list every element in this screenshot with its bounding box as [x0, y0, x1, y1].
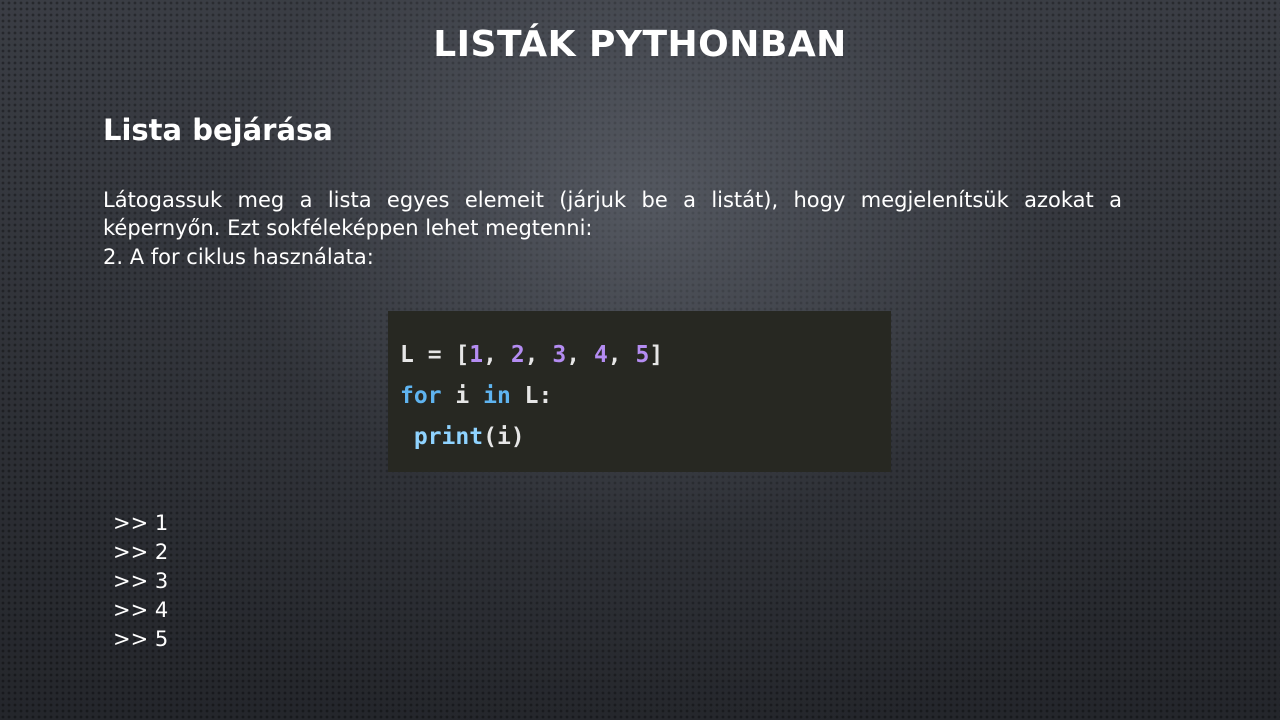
code-text: i	[441, 383, 484, 409]
code-separator: ,	[607, 342, 636, 368]
code-text: L:	[510, 383, 553, 409]
output-line: >> 2	[113, 540, 169, 564]
code-number: 5	[635, 342, 650, 368]
output-line: >> 3	[113, 569, 169, 593]
code-number: 3	[552, 342, 567, 368]
output-line: >> 1	[113, 511, 169, 535]
step-label: 2. A for ciklus használata:	[103, 245, 374, 269]
code-keyword-in: in	[483, 383, 511, 409]
code-text: (i)	[483, 424, 525, 450]
code-number: 4	[593, 342, 608, 368]
code-separator: ,	[524, 342, 553, 368]
code-function: print	[413, 424, 484, 450]
code-line-2: for i in L:	[400, 376, 891, 417]
code-number: 2	[510, 342, 525, 368]
code-line-3: print(i)	[400, 417, 891, 458]
code-block: L = [1, 2, 3, 4, 5] for i in L: print(i)	[388, 311, 891, 472]
code-number: 1	[469, 342, 484, 368]
intro-paragraph: Látogassuk meg a lista egyes elemeit (já…	[103, 188, 1122, 240]
code-text: L =	[400, 342, 456, 368]
code-bracket: [	[455, 342, 470, 368]
slide-title: LISTÁK PYTHONBAN	[433, 24, 847, 65]
code-separator: ,	[566, 342, 594, 368]
output-line: >> 4	[113, 598, 169, 622]
output-list: >> 1 >> 2 >> 3 >> 4 >> 5	[113, 509, 168, 654]
code-line-1: L = [1, 2, 3, 4, 5]	[400, 335, 891, 376]
code-bracket: ]	[649, 342, 664, 368]
section-heading: Lista bejárása	[103, 113, 333, 147]
code-keyword-for: for	[400, 383, 442, 409]
output-line: >> 5	[113, 627, 169, 651]
code-separator: ,	[483, 342, 511, 368]
